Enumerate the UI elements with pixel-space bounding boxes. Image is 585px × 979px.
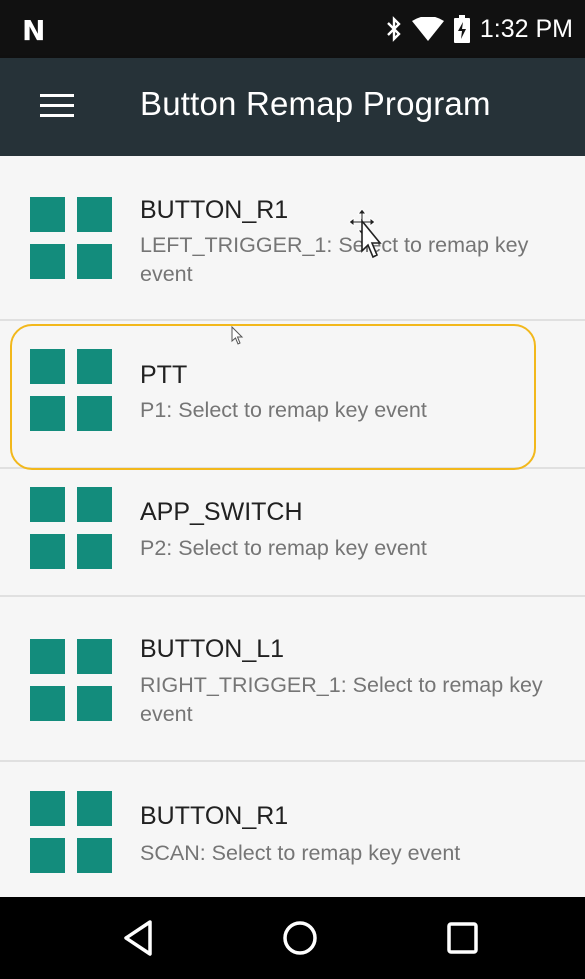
item-subtitle: P2: Select to remap key event	[140, 536, 427, 560]
item-subtitle: P1: Select to remap key event	[140, 398, 427, 422]
mouse-pointer-icon	[231, 325, 245, 351]
back-icon[interactable]	[122, 919, 154, 962]
home-icon[interactable]	[281, 919, 319, 962]
status-bar: N 1:32 PM	[0, 0, 585, 58]
item-subtitle: RIGHT_TRIGGER_1: Select to remap key eve…	[140, 673, 543, 726]
list-item[interactable]: BUTTON_L1 RIGHT_TRIGGER_1: Select to rem…	[0, 597, 585, 762]
app-bar: Button Remap Program	[0, 58, 585, 156]
grid-icon	[30, 197, 112, 279]
item-subtitle: SCAN: Select to remap key event	[140, 841, 461, 865]
hamburger-menu-icon[interactable]	[40, 94, 74, 120]
navigation-bar	[0, 897, 585, 979]
status-icons: 1:32 PM	[386, 0, 573, 58]
bluetooth-icon	[386, 16, 402, 42]
button-list: BUTTON_R1 LEFT_TRIGGER_1: Select to rema…	[0, 156, 585, 902]
move-cursor-icon	[346, 207, 386, 268]
item-title: PTT	[140, 361, 188, 389]
item-title: BUTTON_R1	[140, 802, 289, 830]
list-item[interactable]: APP_SWITCH P2: Select to remap key event	[0, 469, 585, 597]
wifi-icon	[411, 17, 444, 41]
list-item[interactable]: BUTTON_R1 LEFT_TRIGGER_1: Select to rema…	[0, 156, 585, 321]
grid-icon	[30, 791, 112, 873]
grid-icon	[30, 349, 112, 431]
app-title: Button Remap Program	[140, 85, 491, 122]
recents-icon[interactable]	[446, 919, 480, 962]
item-title: BUTTON_L1	[140, 635, 285, 663]
item-title: BUTTON_R1	[140, 196, 289, 224]
grid-icon	[30, 639, 112, 721]
notification-icon: N	[22, 14, 46, 47]
item-title: APP_SWITCH	[140, 498, 303, 526]
battery-icon	[453, 15, 470, 43]
grid-icon	[30, 487, 112, 569]
list-item[interactable]: BUTTON_R1 SCAN: Select to remap key even…	[0, 762, 585, 902]
clock: 1:32 PM	[479, 14, 573, 43]
list-item[interactable]: PTT P1: Select to remap key event	[0, 321, 585, 469]
